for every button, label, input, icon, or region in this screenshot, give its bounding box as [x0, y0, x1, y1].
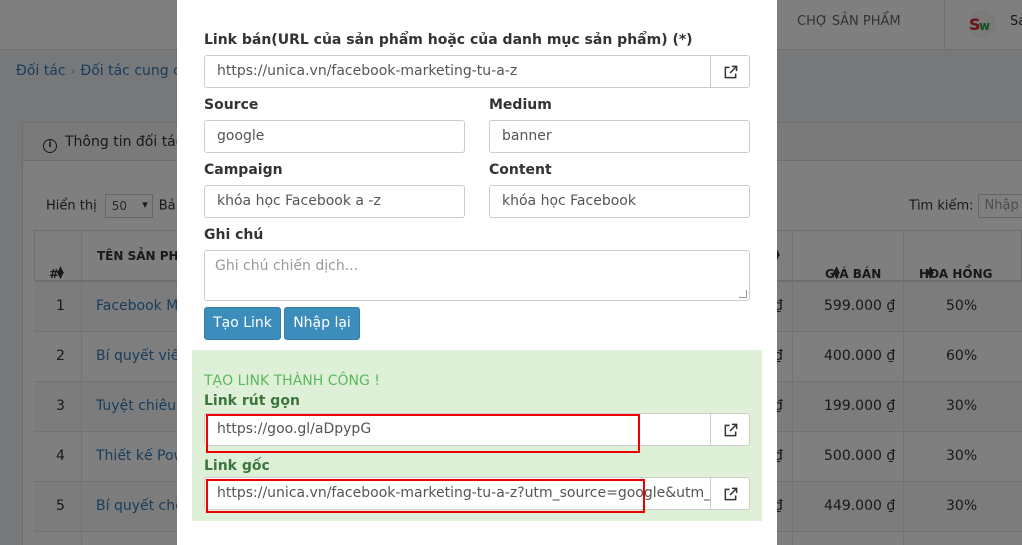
highlight-box-original-link — [206, 479, 645, 513]
reset-button[interactable]: Nhập lại — [284, 307, 360, 340]
medium-label: Medium — [489, 97, 552, 113]
content-input[interactable]: khóa học Facebook — [489, 185, 750, 218]
external-link-icon — [724, 487, 738, 501]
resize-handle[interactable] — [739, 290, 747, 298]
source-input[interactable]: google — [204, 120, 465, 153]
external-link-icon — [724, 65, 738, 79]
success-message: TẠO LINK THÀNH CÔNG ! — [204, 373, 380, 389]
note-label: Ghi chú — [204, 227, 264, 243]
sale-url-input[interactable]: https://unica.vn/facebook-marketing-tu-a… — [204, 55, 711, 88]
campaign-input[interactable]: khóa học Facebook a -z — [204, 185, 465, 218]
note-placeholder: Ghi chú chiến dịch... — [215, 258, 359, 274]
sale-url-label: Link bán(URL của sản phẩm hoặc của danh … — [204, 32, 693, 48]
note-textarea[interactable]: Ghi chú chiến dịch... — [204, 250, 750, 301]
highlight-box-short-link — [206, 414, 640, 453]
campaign-label: Campaign — [204, 162, 283, 178]
content-label: Content — [489, 162, 552, 178]
original-link-label: Link gốc — [204, 458, 270, 474]
medium-input[interactable]: banner — [489, 120, 750, 153]
short-link-label: Link rút gọn — [204, 393, 300, 409]
external-link-icon — [724, 423, 738, 437]
source-label: Source — [204, 97, 259, 113]
open-original-link-button[interactable] — [710, 477, 750, 510]
open-url-button[interactable] — [710, 55, 750, 88]
open-short-link-button[interactable] — [710, 413, 750, 446]
create-link-button[interactable]: Tạo Link — [204, 307, 281, 340]
create-link-modal: Link bán(URL của sản phẩm hoặc của danh … — [177, 0, 777, 545]
